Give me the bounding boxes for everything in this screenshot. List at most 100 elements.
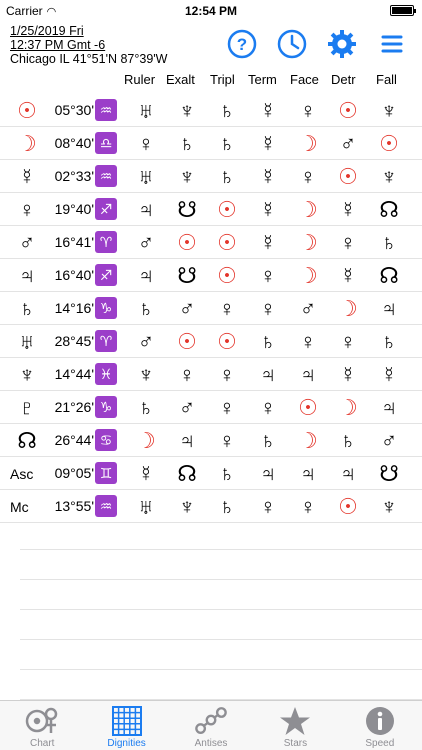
col-ruler: Ruler	[124, 72, 156, 87]
planet-position: 19°40'	[54, 201, 94, 217]
dignity-cell-face: ♂	[299, 296, 317, 321]
col-face: Face	[290, 72, 319, 87]
sign-icon: ♑	[95, 297, 117, 319]
dignity-cell-fall: ♄	[380, 230, 398, 255]
planet-position: 16°41'	[54, 234, 94, 250]
dignity-cell-detr: ♄	[339, 428, 357, 453]
sign-icon: ♐	[95, 264, 117, 286]
dignity-cell-fall: ♆	[380, 164, 398, 189]
table-row[interactable]: ☉ 05°30' ♒ ♅ ♆ ♄ ☿ ♀ ☉ ♆	[0, 94, 422, 127]
dignity-cell-exalt: ♀	[178, 362, 196, 387]
sign-icon: ♎	[95, 132, 117, 154]
dignity-cell-detr: ☉	[338, 98, 358, 123]
dignity-cell-tripl: ♄	[218, 461, 236, 486]
dignity-cell-tripl: ☉	[217, 197, 237, 222]
tab-speed[interactable]: Speed	[338, 701, 422, 750]
dignity-cell-tripl: ♀	[218, 296, 236, 321]
planet-glyph: ♆	[18, 362, 36, 387]
dignity-cell-face: ♀	[299, 164, 317, 189]
table-row[interactable]: ♆ 14°44' ♓ ♆ ♀ ♀ ♃ ♃ ☿ ☿	[0, 358, 422, 391]
dignity-cell-detr: ☉	[338, 494, 358, 519]
info-icon	[363, 704, 397, 738]
dignity-cell-tripl: ♀	[218, 395, 236, 420]
dignity-cell-fall: ♂	[380, 428, 398, 453]
planet-glyph: ♄	[18, 296, 36, 321]
planet-position: 28°45'	[54, 333, 94, 349]
tab-antises[interactable]: Antises	[169, 701, 253, 750]
planet-position: 08°40'	[54, 135, 94, 151]
dignity-cell-fall: ☊	[379, 263, 399, 288]
planet-glyph: ♇	[18, 395, 36, 420]
dignity-cell-term: ☿	[259, 164, 277, 189]
dignity-cell-face: ♀	[299, 329, 317, 354]
dignity-cell-exalt: ♆	[178, 164, 196, 189]
header-date[interactable]: 1/25/2019 Fri	[10, 24, 84, 38]
table-row[interactable]: ♃ 16°40' ♐ ♃ ☋ ☉ ♀ ☽ ☿ ☊	[0, 259, 422, 292]
header-location[interactable]: Chicago IL 41°51'N 87°39'W	[10, 52, 167, 66]
dignity-cell-face: ☉	[298, 395, 318, 420]
sign-icon: ♒	[95, 495, 117, 517]
table-row[interactable]: ♇ 21°26' ♑ ♄ ♂ ♀ ♀ ☉ ☽ ♃	[0, 391, 422, 424]
table-row[interactable]: ☽ 08°40' ♎ ♀ ♄ ♄ ☿ ☽ ♂ ☉	[0, 127, 422, 160]
dignity-cell-fall: ♆	[380, 98, 398, 123]
dignity-cell-ruler: ♅	[137, 98, 155, 123]
sign-icon: ♈	[95, 231, 117, 253]
dignity-cell-exalt: ♂	[178, 395, 196, 420]
dignity-cell-face: ♀	[299, 98, 317, 123]
dignity-cell-detr: ♀	[339, 230, 357, 255]
dignity-cell-ruler: ♂	[137, 230, 155, 255]
dignity-cell-term: ♃	[259, 461, 277, 486]
help-icon[interactable]: ?	[224, 26, 260, 62]
dignity-cell-tripl: ☉	[217, 329, 237, 354]
dignity-cell-term: ♀	[259, 296, 277, 321]
planet-glyph: ♃	[18, 263, 36, 288]
table-row[interactable]: ☊ 26°44' ♋ ☽ ♃ ♀ ♄ ☽ ♄ ♂	[0, 424, 422, 457]
tab-stars[interactable]: Stars	[253, 701, 337, 750]
gear-icon[interactable]	[324, 26, 360, 62]
dignity-cell-detr: ☽	[338, 296, 358, 321]
dignity-cell-fall: ☊	[379, 197, 399, 222]
planet-glyph: ☿	[18, 164, 36, 189]
col-fall: Fall	[376, 72, 397, 87]
menu-icon[interactable]	[374, 26, 410, 62]
dignity-cell-term: ☿	[259, 98, 277, 123]
dignity-cell-exalt: ♆	[178, 494, 196, 519]
clock-icon[interactable]	[274, 26, 310, 62]
dignity-cell-term: ♀	[259, 263, 277, 288]
empty-rows	[20, 520, 422, 700]
dignity-cell-fall: ☉	[379, 131, 399, 156]
table-row[interactable]: Mc 13°55' ♒ ♅ ♆ ♄ ♀ ♀ ☉ ♆	[0, 490, 422, 523]
dignity-cell-exalt: ♄	[178, 131, 196, 156]
battery-icon	[390, 5, 416, 16]
table-row[interactable]: ♀ 19°40' ♐ ♃ ☋ ☉ ☿ ☽ ☿ ☊	[0, 193, 422, 226]
column-headers: Ruler Exalt Tripl Term Face Detr Fall	[0, 72, 422, 92]
dignity-cell-face: ♃	[299, 461, 317, 486]
table-row[interactable]: ♅ 28°45' ♈ ♂ ☉ ☉ ♄ ♀ ♀ ♄	[0, 325, 422, 358]
tab-dignities-label: Dignities	[107, 738, 146, 749]
sign-icon: ♓	[95, 363, 117, 385]
dignity-cell-ruler: ☽	[136, 428, 156, 453]
dignity-cell-exalt: ☉	[177, 230, 197, 255]
dignity-cell-tripl: ☉	[217, 230, 237, 255]
tab-dignities[interactable]: Dignities	[84, 701, 168, 750]
tab-chart[interactable]: Chart	[0, 701, 84, 750]
sign-icon: ♊	[95, 462, 117, 484]
dignity-cell-detr: ☿	[339, 362, 357, 387]
table-row[interactable]: ♂ 16°41' ♈ ♂ ☉ ☉ ☿ ☽ ♀ ♄	[0, 226, 422, 259]
dignity-cell-ruler: ♄	[137, 395, 155, 420]
table-row[interactable]: Asc 09°05' ♊ ☿ ☊ ♄ ♃ ♃ ♃ ☋	[0, 457, 422, 490]
table-row[interactable]: ☿ 02°33' ♒ ♅ ♆ ♄ ☿ ♀ ☉ ♆	[0, 160, 422, 193]
table-row[interactable]: ♄ 14°16' ♑ ♄ ♂ ♀ ♀ ♂ ☽ ♃	[0, 292, 422, 325]
planet-position: 05°30'	[54, 102, 94, 118]
header-time[interactable]: 12:37 PM Gmt -6	[10, 38, 105, 52]
dignity-cell-face: ☽	[298, 263, 318, 288]
dignity-cell-term: ☿	[259, 131, 277, 156]
dignity-cell-ruler: ♄	[137, 296, 155, 321]
planet-position: 09°05'	[54, 465, 94, 481]
dignity-cell-ruler: ♀	[137, 131, 155, 156]
planet-glyph: ☽	[17, 131, 37, 156]
dignity-cell-fall: ☿	[380, 362, 398, 387]
planet-position: 02°33'	[54, 168, 94, 184]
dignity-cell-term: ☿	[259, 230, 277, 255]
dignity-cell-ruler: ♅	[137, 494, 155, 519]
